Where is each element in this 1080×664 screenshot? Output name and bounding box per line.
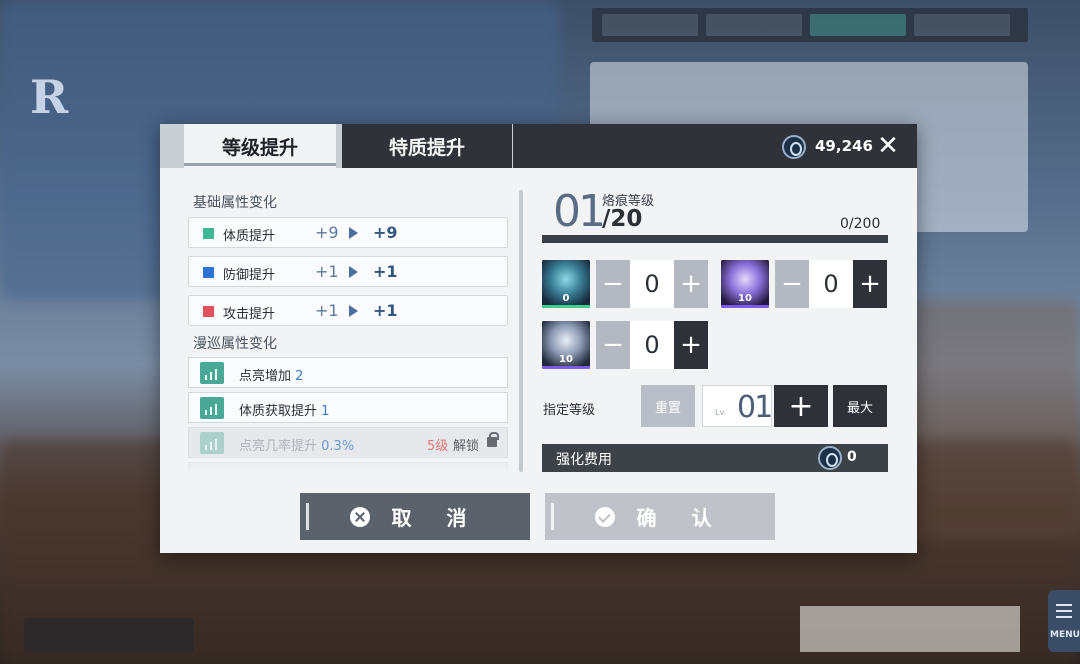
- list-scrollbar[interactable]: [519, 190, 523, 472]
- attribute-next: +1: [373, 262, 398, 281]
- roam-attribute-text: 点亮增加 2: [239, 369, 304, 384]
- roam-attribute-text: 点亮几率提升 0.3%: [239, 439, 355, 454]
- level-input-value: 01: [737, 390, 773, 425]
- button-accent: [306, 503, 309, 530]
- currency-icon: [782, 135, 806, 159]
- attribute-row: 攻击提升 +1 +1: [188, 295, 508, 326]
- menu-label: MENU: [1050, 630, 1080, 640]
- unlock-level: 5级: [427, 439, 449, 454]
- attribute-row: 防御提升 +1 +1: [188, 256, 508, 287]
- background-logo: R: [30, 70, 69, 124]
- minus-button[interactable]: −: [596, 321, 630, 369]
- material-item[interactable]: 0: [542, 260, 590, 308]
- material-amount: 0: [630, 321, 674, 369]
- cancel-button[interactable]: 取 消: [300, 493, 530, 540]
- attribute-current: +9: [315, 223, 339, 242]
- plus-button[interactable]: +: [853, 260, 887, 308]
- tab-level-up[interactable]: 等级提升: [184, 124, 336, 168]
- material-rarity-band: [542, 305, 590, 308]
- chart-icon: [200, 362, 224, 384]
- attribute-color-square: [203, 306, 214, 317]
- exp-bar: [542, 235, 888, 243]
- arrow-right-icon: [349, 266, 358, 278]
- material-count: 10: [559, 354, 573, 365]
- material-stepper: − 0 +: [596, 321, 708, 369]
- confirm-button[interactable]: 确 认: [545, 493, 775, 540]
- background-right-button: [800, 606, 1020, 652]
- material-amount: 0: [809, 260, 853, 308]
- cost-label: 强化费用: [556, 452, 612, 468]
- upgrade-dialog: 等级提升 特质提升 49,246 ✕ 基础属性变化 体质提升 +9 +9 防御提…: [160, 124, 917, 553]
- chart-icon: [200, 432, 224, 454]
- dialog-header: 等级提升 特质提升 49,246 ✕: [160, 124, 917, 168]
- material-stepper: − 0 +: [596, 260, 708, 308]
- reset-button[interactable]: 重置: [641, 385, 695, 427]
- tab-trait-up[interactable]: 特质提升: [342, 124, 512, 168]
- minus-button[interactable]: −: [775, 260, 809, 308]
- confirm-label: 确 认: [636, 506, 726, 530]
- material-item[interactable]: 10: [542, 321, 590, 369]
- attribute-name: 体质提升: [223, 229, 276, 244]
- arrow-right-icon: [349, 305, 358, 317]
- attribute-name: 防御提升: [223, 268, 276, 283]
- assign-level-label: 指定等级: [543, 403, 596, 418]
- plus-button[interactable]: +: [674, 321, 708, 369]
- button-accent: [551, 503, 554, 530]
- attribute-current: +1: [315, 301, 339, 320]
- material-amount: 0: [630, 260, 674, 308]
- plus-button[interactable]: +: [674, 260, 708, 308]
- attribute-next: +1: [373, 301, 398, 320]
- max-button[interactable]: 最大: [833, 385, 887, 427]
- lock-icon: [487, 432, 499, 447]
- unlock-label: 解锁: [453, 439, 480, 454]
- exp-counter: 0/200: [840, 216, 881, 232]
- roam-attribute-row: 点亮增加 2: [188, 357, 508, 388]
- list-fade: [188, 454, 508, 474]
- attribute-current: +1: [315, 262, 339, 281]
- currency-icon: [818, 446, 842, 470]
- roam-attribute-row: 体质获取提升 1: [188, 392, 508, 423]
- menu-button[interactable]: MENU: [1048, 590, 1080, 652]
- check-circle-icon: [594, 506, 615, 527]
- cost-bar: 强化费用 0: [542, 444, 888, 472]
- attribute-name: 攻击提升: [223, 307, 276, 322]
- current-level: 01: [553, 186, 606, 237]
- attribute-next: +9: [373, 223, 398, 242]
- material-count: 0: [562, 293, 570, 304]
- cancel-label: 取 消: [391, 506, 481, 530]
- level-plus-button[interactable]: +: [774, 385, 828, 427]
- material-rarity-band: [542, 366, 590, 369]
- chart-icon: [200, 397, 224, 419]
- attribute-color-square: [203, 228, 214, 239]
- background-left-button: [24, 618, 194, 652]
- material-stepper: − 0 +: [775, 260, 887, 308]
- close-icon[interactable]: ✕: [874, 132, 902, 160]
- arrow-right-icon: [349, 227, 358, 239]
- minus-button[interactable]: −: [596, 260, 630, 308]
- close-circle-icon: [349, 506, 370, 527]
- level-input[interactable]: Lv. 01: [702, 385, 773, 427]
- level-input-prefix: Lv.: [715, 408, 727, 417]
- menu-icon: [1056, 604, 1072, 622]
- background-top-tabs: [592, 8, 1028, 42]
- roam-attributes-title: 漫巡属性变化: [193, 336, 277, 352]
- material-count: 10: [738, 293, 752, 304]
- attribute-row: 体质提升 +9 +9: [188, 217, 508, 248]
- cost-value: 0: [847, 449, 857, 465]
- attribute-color-square: [203, 267, 214, 278]
- material-rarity-band: [721, 305, 769, 308]
- material-item[interactable]: 10: [721, 260, 769, 308]
- level-max: /20: [602, 206, 643, 232]
- currency-balance: 49,246: [815, 137, 873, 155]
- roam-attribute-text: 体质获取提升 1: [239, 404, 330, 419]
- basic-attributes-title: 基础属性变化: [193, 195, 277, 211]
